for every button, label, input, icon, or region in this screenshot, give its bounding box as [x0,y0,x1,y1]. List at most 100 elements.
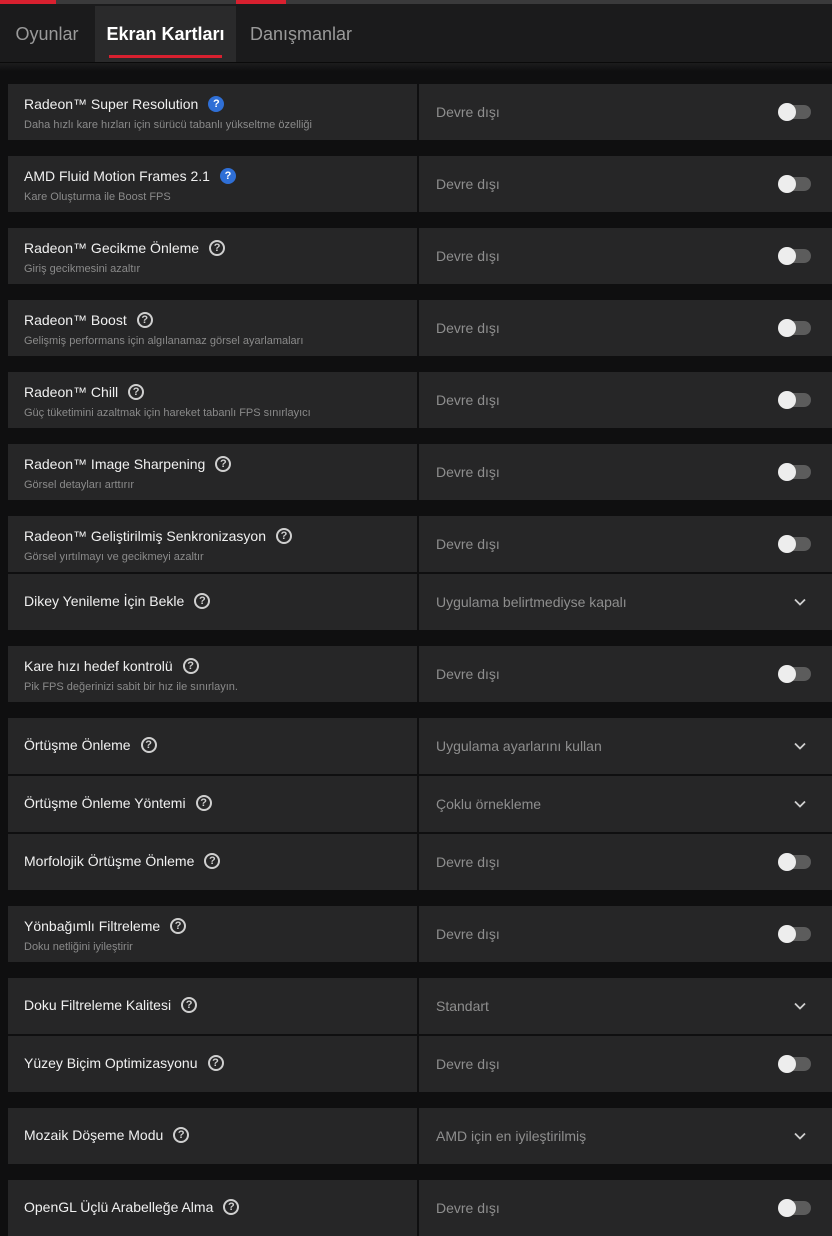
setting-row: Kare hızı hedef kontrolü? Pik FPS değerin… [8,646,832,702]
setting-dropdown[interactable]: Uygulama ayarlarını kullan [419,718,832,774]
help-icon[interactable]: ? [170,918,187,934]
setting-row: Radeon™ Boost? Gelişmiş performans için a… [8,300,832,356]
setting-control-panel: Devre dışı [419,1036,832,1092]
top-navigation-bar: Oyunlar Ekran Kartları Danışmanlar [0,0,832,63]
chevron-down-icon [794,798,806,810]
setting-label-panel: Kare hızı hedef kontrolü? Pik FPS değerin… [8,646,417,702]
help-icon[interactable]: ? [181,997,198,1013]
setting-title-line: Radeon™ Gecikme Önleme? [24,240,226,256]
setting-title-line: Radeon™ Super Resolution? [24,96,225,112]
setting-row: Örtüşme Önleme? Uygulama ayarlarını kulla… [8,718,832,774]
tab-games[interactable]: Oyunlar [0,6,94,62]
toggle-switch[interactable] [778,247,811,265]
setting-dropdown[interactable]: Uygulama belirtmediyse kapalı [419,574,832,630]
toggle-switch[interactable] [778,391,811,409]
tab-advisors[interactable]: Danışmanlar [237,6,365,62]
toggle-knob [778,665,796,683]
setting-title: Kare hızı hedef kontrolü [24,658,173,674]
setting-title-line: Dikey Yenileme İçin Bekle? [24,593,211,609]
setting-label-panel: Örtüşme Önleme Yöntemi? [8,776,417,832]
setting-value: Standart [436,998,489,1014]
setting-title: Yönbağımlı Filtreleme [24,918,161,934]
setting-title: Mozaik Döşeme Modu [24,1127,164,1143]
tab-advisors-label: Danışmanlar [249,23,353,44]
toggle-switch[interactable] [778,463,811,481]
setting-value: Devre dışı [436,248,500,264]
toggle-knob [778,925,796,943]
setting-row: Örtüşme Önleme Yöntemi? Çoklu örnekleme [8,776,832,832]
setting-control-panel: Devre dışı [419,444,832,500]
setting-control-panel: Devre dışı [419,646,832,702]
toggle-switch[interactable] [778,853,811,871]
help-icon[interactable]: ? [207,1055,224,1071]
setting-control-panel: Devre dışı [419,834,832,890]
setting-title: Radeon™ Image Sharpening [24,456,206,472]
toggle-switch[interactable] [778,175,811,193]
setting-description: Gelişmiş performans için algılanamaz gör… [24,335,304,347]
setting-value: Devre dışı [436,464,500,480]
setting-label-panel: Radeon™ Boost? Gelişmiş performans için a… [8,300,417,356]
setting-label-panel: Doku Filtreleme Kalitesi? [8,978,417,1034]
tab-graphics-cards[interactable]: Ekran Kartları [95,6,236,62]
help-icon[interactable]: ? [215,456,232,472]
setting-row: Yüzey Biçim Optimizasyonu? Devre dışı [8,1036,832,1092]
help-icon[interactable]: ? [136,312,153,328]
setting-value: Devre dışı [436,320,500,336]
help-icon[interactable]: ? [140,737,157,753]
setting-row: Morfolojik Örtüşme Önleme? Devre dışı [8,834,832,890]
setting-label-panel: AMD Fluid Motion Frames 2.1? Kare Oluştur… [8,156,417,212]
setting-title: Radeon™ Geliştirilmiş Senkronizasyon [24,528,266,544]
setting-dropdown[interactable]: AMD için en iyileştirilmiş [419,1108,832,1164]
setting-row: Radeon™ Geliştirilmiş Senkronizasyon? Gör… [8,516,832,572]
setting-title-line: Yüzey Biçim Optimizasyonu? [24,1055,224,1071]
help-icon[interactable]: ? [223,1199,240,1215]
help-icon[interactable]: ? [173,1127,190,1143]
toggle-switch[interactable] [778,535,811,553]
help-icon[interactable]: ? [195,795,212,811]
info-icon[interactable]: ? [219,168,236,184]
setting-control-panel: Devre dışı [419,516,832,572]
toggle-knob [778,103,796,121]
setting-row: Radeon™ Chill? Güç tüketimini azaltmak iç… [8,372,832,428]
setting-value: Uygulama ayarlarını kullan [436,738,602,754]
setting-description: Giriş gecikmesini azaltır [24,263,141,275]
setting-dropdown[interactable]: Standart [419,978,832,1034]
help-icon[interactable]: ? [204,853,221,869]
setting-dropdown[interactable]: Çoklu örnekleme [419,776,832,832]
setting-title-line: Kare hızı hedef kontrolü? [24,658,199,674]
toggle-switch[interactable] [778,665,811,683]
setting-title: Radeon™ Super Resolution [24,96,199,112]
toggle-knob [778,1055,796,1073]
setting-description: Görsel yırtılmayı ve gecikmeyi azaltır [24,551,204,563]
setting-label-panel: Radeon™ Chill? Güç tüketimini azaltmak iç… [8,372,417,428]
help-icon[interactable]: ? [209,240,226,256]
setting-title-line: OpenGL Üçlü Arabelleğe Alma? [24,1199,240,1215]
toggle-switch[interactable] [778,925,811,943]
setting-label-panel: Mozaik Döşeme Modu? [8,1108,417,1164]
info-icon[interactable]: ? [208,96,225,112]
help-icon[interactable]: ? [276,528,292,544]
chevron-down-icon [794,1000,806,1012]
help-icon[interactable]: ? [128,384,145,400]
setting-label-panel: Yüzey Biçim Optimizasyonu? [8,1036,417,1092]
toggle-switch[interactable] [778,103,811,121]
toggle-switch[interactable] [778,1055,811,1073]
help-icon[interactable]: ? [194,593,211,609]
setting-value: Devre dışı [436,392,500,408]
setting-value: Devre dışı [436,854,500,870]
toggle-knob [778,175,796,193]
top-strip-divider [56,0,236,4]
toggle-switch[interactable] [778,319,811,337]
help-icon[interactable]: ? [182,658,199,674]
setting-row: Dikey Yenileme İçin Bekle? Uygulama belir… [8,574,832,630]
setting-title-line: Örtüşme Önleme? [24,737,157,753]
setting-label-panel: Radeon™ Geliştirilmiş Senkronizasyon? Gör… [8,516,417,572]
setting-title: AMD Fluid Motion Frames 2.1 [24,168,210,184]
toggle-switch[interactable] [778,1199,811,1217]
setting-value: Çoklu örnekleme [436,796,542,812]
setting-title-line: Radeon™ Chill? [24,384,145,400]
setting-value: Devre dışı [436,536,500,552]
top-accent-strip-left [0,0,56,4]
setting-title: Örtüşme Önleme [24,737,131,753]
setting-title-line: Örtüşme Önleme Yöntemi? [24,795,212,811]
